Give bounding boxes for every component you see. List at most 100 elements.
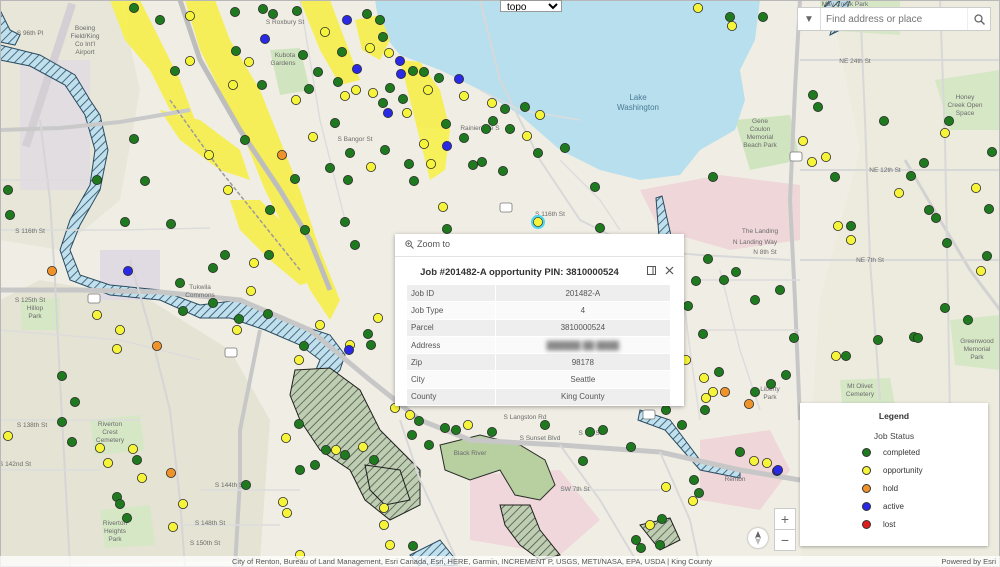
zoom-out-button[interactable]: − — [774, 529, 796, 551]
job-point[interactable] — [833, 220, 844, 231]
job-point[interactable] — [560, 142, 571, 153]
job-point[interactable] — [298, 340, 309, 351]
job-point[interactable] — [944, 116, 955, 127]
job-point[interactable] — [378, 502, 389, 513]
job-point[interactable] — [450, 424, 461, 435]
job-point[interactable] — [267, 8, 278, 19]
job-point[interactable] — [324, 162, 335, 173]
job-point[interactable] — [277, 496, 288, 507]
job-point[interactable] — [453, 74, 464, 85]
job-point[interactable] — [112, 343, 123, 354]
job-point[interactable] — [762, 457, 773, 468]
job-point[interactable] — [344, 147, 355, 158]
job-point[interactable] — [339, 216, 350, 227]
job-point[interactable] — [781, 369, 792, 380]
zoom-to-button[interactable]: Zoom to — [405, 239, 450, 249]
job-point[interactable] — [407, 541, 418, 552]
dock-icon[interactable] — [647, 266, 656, 278]
job-point[interactable] — [123, 265, 134, 276]
job-point[interactable] — [276, 149, 287, 160]
job-point[interactable] — [758, 11, 769, 22]
job-point[interactable] — [303, 84, 314, 95]
job-point[interactable] — [330, 444, 341, 455]
job-point[interactable] — [661, 481, 672, 492]
job-point[interactable] — [47, 265, 58, 276]
job-point[interactable] — [440, 119, 451, 130]
job-point[interactable] — [320, 444, 331, 455]
job-point[interactable] — [357, 441, 368, 452]
job-point[interactable] — [365, 339, 376, 350]
job-point[interactable] — [245, 285, 256, 296]
job-point[interactable] — [677, 419, 688, 430]
job-point[interactable] — [408, 175, 419, 186]
job-point[interactable] — [103, 457, 114, 468]
job-point[interactable] — [329, 118, 340, 129]
job-point[interactable] — [661, 404, 672, 415]
job-point[interactable] — [691, 275, 702, 286]
job-point[interactable] — [281, 507, 292, 518]
job-point[interactable] — [378, 520, 389, 531]
job-point[interactable] — [3, 184, 13, 195]
job-point[interactable] — [127, 443, 138, 454]
job-point[interactable] — [688, 495, 699, 506]
job-point[interactable] — [365, 161, 376, 172]
job-point[interactable] — [789, 332, 800, 343]
job-point[interactable] — [403, 158, 414, 169]
job-point[interactable] — [379, 144, 390, 155]
job-point[interactable] — [169, 66, 180, 77]
job-point[interactable] — [693, 3, 704, 13]
job-point[interactable] — [184, 10, 195, 21]
job-point[interactable] — [476, 156, 487, 167]
job-point[interactable] — [487, 116, 498, 127]
job-point[interactable] — [703, 253, 714, 264]
job-point[interactable] — [425, 158, 436, 169]
job-point[interactable] — [257, 4, 268, 14]
job-point[interactable] — [913, 332, 924, 343]
job-point[interactable] — [689, 474, 700, 485]
job-point[interactable] — [894, 187, 905, 198]
job-point[interactable] — [67, 436, 78, 447]
job-point[interactable] — [332, 77, 343, 88]
job-point[interactable] — [350, 85, 361, 96]
job-point[interactable] — [342, 174, 353, 185]
job-point[interactable] — [750, 386, 761, 397]
job-point[interactable] — [377, 32, 388, 43]
job-point[interactable] — [821, 151, 832, 162]
job-point[interactable] — [807, 156, 818, 167]
job-point[interactable] — [422, 85, 433, 96]
job-point[interactable] — [361, 8, 372, 19]
job-point[interactable] — [115, 498, 126, 509]
job-point[interactable] — [293, 418, 304, 429]
job-point[interactable] — [418, 67, 429, 78]
job-point[interactable] — [655, 540, 666, 551]
job-point[interactable] — [230, 46, 241, 57]
job-point[interactable] — [798, 135, 809, 146]
job-point[interactable] — [240, 479, 251, 490]
job-point[interactable] — [336, 47, 347, 58]
job-point[interactable] — [362, 328, 373, 339]
job-point[interactable] — [177, 498, 188, 509]
job-point[interactable] — [92, 174, 103, 185]
job-point[interactable] — [167, 522, 178, 533]
job-point[interactable] — [395, 69, 406, 80]
job-point[interactable] — [714, 366, 725, 377]
job-point[interactable] — [499, 104, 510, 115]
job-point[interactable] — [128, 3, 139, 13]
job-point[interactable] — [924, 204, 935, 215]
job-point[interactable] — [70, 396, 81, 407]
job-point[interactable] — [683, 300, 694, 311]
job-point[interactable] — [480, 124, 491, 135]
job-point[interactable] — [339, 449, 350, 460]
job-point[interactable] — [231, 324, 242, 335]
job-point[interactable] — [233, 313, 244, 324]
job-point[interactable] — [128, 133, 139, 144]
job-point[interactable] — [207, 297, 218, 308]
job-point[interactable] — [719, 274, 730, 285]
job-point[interactable] — [841, 350, 852, 361]
job-point[interactable] — [873, 334, 884, 345]
job-point[interactable] — [830, 171, 841, 182]
job-point[interactable] — [139, 175, 150, 186]
job-point[interactable] — [264, 204, 275, 215]
job-point[interactable] — [940, 127, 951, 138]
job-point[interactable] — [590, 181, 601, 192]
